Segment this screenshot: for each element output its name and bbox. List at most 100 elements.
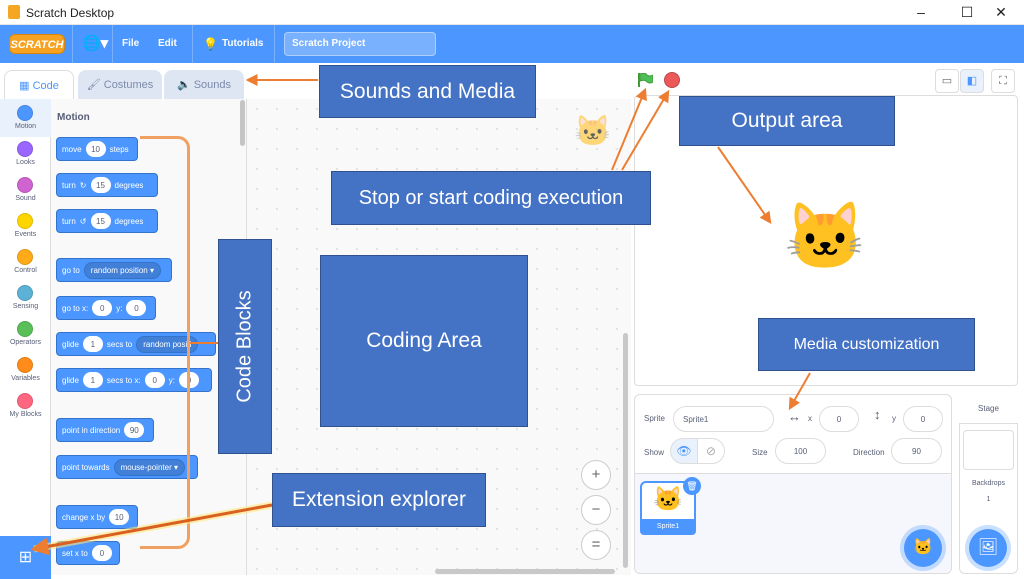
annotation-media-customization: Media customization <box>758 318 975 371</box>
add-extension-button[interactable]: ⊞ <box>0 536 51 579</box>
stop-button[interactable] <box>664 72 680 88</box>
x-arrows-icon: ↔ <box>788 409 801 424</box>
category-label[interactable]: Operators <box>0 339 51 346</box>
sprite-cat-icon[interactable]: 🐱 <box>784 198 866 276</box>
backdrops-label: Backdrops <box>971 480 1006 487</box>
category-label[interactable]: Variables <box>0 375 51 382</box>
speaker-icon: 🔈 <box>176 79 194 91</box>
category-sensing-icon[interactable] <box>17 285 33 301</box>
code-icon: ▦ <box>19 80 33 92</box>
lightbulb-icon: 💡 <box>203 37 218 51</box>
block-text: turn <box>62 180 76 190</box>
category-events-icon[interactable] <box>17 213 33 229</box>
block-change-x[interactable]: change x by 10 <box>56 505 138 529</box>
category-operators-icon[interactable] <box>17 321 33 337</box>
size-label: Size <box>752 448 768 457</box>
fullscreen-button[interactable]: ⛶ <box>991 69 1015 93</box>
block-move[interactable]: move 10 steps <box>56 137 138 161</box>
menu-bar: SCRATCH 🌐▾ File Edit 💡 Tutorials Scratch… <box>0 25 1024 63</box>
add-backdrop-button[interactable]: 🖼 <box>969 529 1007 567</box>
block-text: glide <box>62 339 79 349</box>
block-text: move <box>62 144 82 154</box>
category-sound-icon[interactable] <box>17 177 33 193</box>
zoom-out-button[interactable]: − <box>581 495 611 525</box>
block-glide-to[interactable]: glide 1 secs to random positi <box>56 332 216 356</box>
category-label[interactable]: Control <box>0 267 51 274</box>
small-stage-button[interactable]: ▭ <box>935 69 959 93</box>
category-label[interactable]: Motion <box>0 123 51 130</box>
project-title-input[interactable]: Scratch Project <box>284 32 436 56</box>
delete-sprite-button[interactable]: 🗑 <box>683 477 701 495</box>
green-flag-icon[interactable] <box>637 73 653 87</box>
x-position-input[interactable]: 0 <box>819 406 859 432</box>
code-area-horizontal-scrollbar[interactable] <box>435 569 615 574</box>
file-menu[interactable]: File <box>122 25 139 63</box>
show-visible-button[interactable]: 👁 <box>670 438 698 464</box>
brush-icon: 🖌 <box>86 79 104 91</box>
block-input[interactable]: 0 <box>92 300 113 316</box>
category-label[interactable]: Looks <box>0 159 51 166</box>
scratch-logo[interactable]: SCRATCH <box>9 34 65 54</box>
minimize-button[interactable]: – <box>898 0 944 25</box>
menu-divider <box>72 25 73 63</box>
backdrops-count: 1 <box>986 496 991 503</box>
tab-code[interactable]: ▦ Code <box>4 70 74 100</box>
block-input[interactable]: 10 <box>109 509 130 525</box>
category-control-icon[interactable] <box>17 249 33 265</box>
category-label[interactable]: Sensing <box>0 303 51 310</box>
block-text: glide <box>62 375 79 385</box>
zoom-reset-button[interactable]: = <box>581 530 611 560</box>
block-text: change x by <box>62 512 106 522</box>
menu-divider <box>274 25 275 63</box>
zoom-in-button[interactable]: + <box>581 460 611 490</box>
block-set-x[interactable]: set x to 0 <box>56 541 120 565</box>
code-area-vertical-scrollbar[interactable] <box>623 333 628 568</box>
y-arrows-icon: ↕ <box>874 407 881 422</box>
tab-sounds[interactable]: 🔈 Sounds <box>164 70 244 100</box>
annotation-extension-explorer: Extension explorer <box>272 473 486 527</box>
direction-label: Direction <box>853 448 885 457</box>
block-text: point in direction <box>62 425 121 435</box>
add-sprite-button[interactable]: 🐱 <box>904 529 942 567</box>
sprite-name-input[interactable]: Sprite1 <box>673 406 774 432</box>
block-text: point towards <box>62 462 110 472</box>
block-input[interactable]: 10 <box>85 141 106 157</box>
palette-scrollbar[interactable] <box>240 100 245 146</box>
annotation-code-blocks: Code Blocks <box>218 239 272 454</box>
category-looks-icon[interactable] <box>17 141 33 157</box>
category-label[interactable]: My Blocks <box>0 411 51 418</box>
category-my-blocks-icon[interactable] <box>17 393 33 409</box>
block-text: secs to x: <box>106 375 141 385</box>
tab-costumes[interactable]: 🖌 Costumes <box>78 70 162 100</box>
block-input[interactable]: 0 <box>91 545 112 561</box>
show-hidden-button[interactable]: ⊘ <box>697 438 725 464</box>
size-input[interactable]: 100 <box>775 438 826 464</box>
edit-menu[interactable]: Edit <box>158 25 177 63</box>
large-stage-button[interactable]: ◧ <box>960 69 984 93</box>
show-label: Show <box>644 448 665 457</box>
category-variables-icon[interactable] <box>17 357 33 373</box>
category-label[interactable]: Events <box>0 231 51 238</box>
block-text: turn <box>62 216 76 226</box>
tutorials-menu[interactable]: Tutorials <box>222 25 263 63</box>
stage-thumbnail[interactable] <box>963 430 1014 470</box>
category-motion-icon[interactable] <box>17 105 33 121</box>
annotation-stop-start: Stop or start coding execution <box>331 171 651 225</box>
annotation-code-blocks-text: Code Blocks <box>233 290 256 403</box>
block-input[interactable]: 15 <box>90 213 111 229</box>
palette-heading: Motion <box>57 112 90 123</box>
block-input[interactable]: 1 <box>82 372 103 388</box>
app-icon <box>8 5 20 19</box>
window-title-bar: Scratch Desktop – ☐ ✕ <box>0 0 1024 25</box>
block-input[interactable]: 15 <box>90 177 111 193</box>
annotation-output-area: Output area <box>679 96 895 146</box>
block-text: y: <box>116 303 123 313</box>
block-text: set x to <box>62 548 88 558</box>
globe-icon[interactable]: 🌐▾ <box>82 25 108 63</box>
direction-input[interactable]: 90 <box>891 438 942 464</box>
y-position-input[interactable]: 0 <box>903 406 943 432</box>
block-input[interactable]: 1 <box>82 336 103 352</box>
block-text: go to <box>62 265 80 275</box>
category-label[interactable]: Sound <box>0 195 51 202</box>
close-button[interactable]: ✕ <box>978 0 1024 25</box>
